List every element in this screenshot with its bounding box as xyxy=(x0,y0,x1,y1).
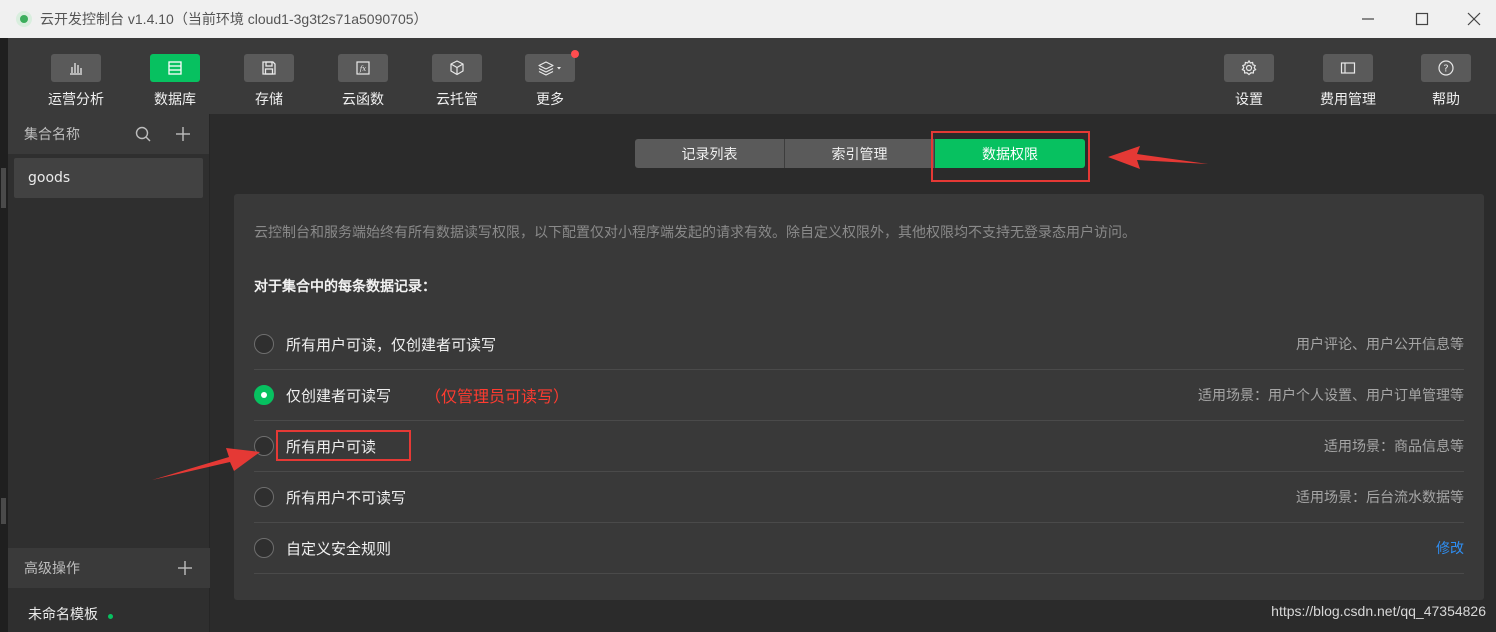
toolbar-label: 数据库 xyxy=(154,92,196,108)
minimize-button[interactable] xyxy=(1342,0,1394,38)
minimize-icon xyxy=(1362,18,1374,20)
hosting-button[interactable] xyxy=(432,54,482,82)
toolbar-label: 云函数 xyxy=(342,92,384,108)
edit-rule-link[interactable]: 修改 xyxy=(1436,538,1464,558)
storage-icon xyxy=(262,61,276,75)
option-scenario: 适用场景：后台流水数据等 xyxy=(1296,490,1464,506)
more-button[interactable] xyxy=(525,50,579,82)
collection-item-goods[interactable]: goods xyxy=(14,158,203,198)
status-dot xyxy=(108,613,113,619)
collections-header: 集合名称 xyxy=(8,114,209,154)
toolbar-hosting[interactable]: 云托管 xyxy=(412,54,502,109)
option-scenario: 适用场景：商品信息等 xyxy=(1324,439,1464,455)
radio-button-checked[interactable] xyxy=(254,385,274,405)
app-logo-icon xyxy=(16,11,32,27)
toolbar-settings[interactable]: 设置 xyxy=(1204,54,1294,109)
box-icon xyxy=(450,60,464,76)
svg-text:?: ? xyxy=(1443,64,1448,75)
storage-button[interactable] xyxy=(244,54,294,82)
permission-panel: 云控制台和服务端始终有所有数据读写权限，以下配置仅对小程序端发起的请求有效。除自… xyxy=(234,194,1484,600)
advanced-title: 高级操作 xyxy=(24,561,80,577)
help-button[interactable]: ? xyxy=(1421,54,1471,82)
maximize-button[interactable] xyxy=(1396,0,1448,38)
gear-icon xyxy=(1241,59,1257,76)
toolbar-help[interactable]: ? 帮助 xyxy=(1401,54,1491,109)
permission-option[interactable]: 所有用户可读，仅创建者可读写 用户评论、用户公开信息等 xyxy=(254,319,1464,370)
help-icon: ? xyxy=(1438,60,1454,76)
permission-option[interactable]: 所有用户不可读写 适用场景：后台流水数据等 xyxy=(254,472,1464,523)
permission-option[interactable]: 所有用户可读 适用场景：商品信息等 xyxy=(254,421,1464,472)
billing-icon xyxy=(1340,62,1356,74)
bar-chart-icon xyxy=(70,63,82,75)
main-content: 记录列表 索引管理 数据权限 云控制台和服务端始终有所有数据读写权限，以下配置仅… xyxy=(211,114,1496,632)
toolbar-analytics[interactable]: 运营分析 xyxy=(31,54,121,109)
advanced-header: 高级操作 xyxy=(8,548,210,588)
search-icon[interactable] xyxy=(134,125,152,143)
toolbar-label: 运营分析 xyxy=(48,92,104,108)
template-item[interactable]: 未命名模板 xyxy=(28,604,113,624)
database-icon xyxy=(168,61,182,75)
toolbar-storage[interactable]: 存储 xyxy=(224,54,314,109)
tab-record-list[interactable]: 记录列表 xyxy=(635,139,785,168)
option-scenario: 用户评论、用户公开信息等 xyxy=(1296,337,1464,353)
permission-option[interactable]: 仅创建者可读写 （仅管理员可读写） 适用场景：用户个人设置、用户订单管理等 xyxy=(254,370,1464,421)
toolbar-more[interactable]: 更多 xyxy=(505,50,595,109)
annotation-box xyxy=(276,430,411,461)
toolbar-label: 更多 xyxy=(536,92,564,108)
strip-mark xyxy=(1,168,6,208)
close-icon xyxy=(1467,12,1481,26)
window-title: 云开发控制台 v1.4.10（当前环境 cloud1-3g3t2s71a5090… xyxy=(40,11,428,27)
notification-badge xyxy=(571,50,579,58)
option-label: 所有用户不可读写 xyxy=(286,488,407,507)
strip-mark xyxy=(1,498,6,524)
collections-title: 集合名称 xyxy=(24,127,80,143)
tab-index-management[interactable]: 索引管理 xyxy=(785,139,935,168)
maximize-icon xyxy=(1415,12,1429,26)
toolbar-label: 设置 xyxy=(1235,92,1263,108)
toolbar-label: 费用管理 xyxy=(1320,92,1376,108)
title-bar: 云开发控制台 v1.4.10（当前环境 cloud1-3g3t2s71a5090… xyxy=(0,0,1496,38)
permission-heading: 对于集合中的每条数据记录： xyxy=(254,279,436,295)
toolbar-label: 存储 xyxy=(255,92,283,108)
permission-option[interactable]: 自定义安全规则 修改 xyxy=(254,523,1464,574)
option-scenario: 适用场景：用户个人设置、用户订单管理等 xyxy=(1198,388,1464,404)
layers-dropdown-icon xyxy=(538,61,561,76)
option-label: 所有用户可读，仅创建者可读写 xyxy=(286,335,497,354)
annotation-box xyxy=(931,131,1090,182)
settings-button[interactable] xyxy=(1224,54,1274,82)
database-button[interactable] xyxy=(150,54,200,82)
collections-sidebar: 集合名称 goods 高级操作 未命名模板 xyxy=(8,114,210,632)
radio-button[interactable] xyxy=(254,538,274,558)
left-edge-strip xyxy=(0,38,8,632)
option-label: 自定义安全规则 xyxy=(286,539,392,558)
function-icon: fx xyxy=(356,61,370,75)
annotation-note: （仅管理员可读写） xyxy=(425,387,570,406)
radio-button[interactable] xyxy=(254,334,274,354)
top-toolbar: 运营分析 数据库 存储 fx 云函数 云托管 更多 设置 费用管理 ? 帮助 xyxy=(8,38,1496,114)
close-button[interactable] xyxy=(1448,0,1496,38)
functions-button[interactable]: fx xyxy=(338,54,388,82)
billing-button[interactable] xyxy=(1323,54,1373,82)
permission-notice: 云控制台和服务端始终有所有数据读写权限，以下配置仅对小程序端发起的请求有效。除自… xyxy=(254,225,1136,241)
option-label: 仅创建者可读写 xyxy=(286,386,392,405)
add-collection-icon[interactable] xyxy=(174,125,192,143)
toolbar-label: 帮助 xyxy=(1432,92,1460,108)
add-advanced-icon[interactable] xyxy=(176,559,194,577)
toolbar-billing[interactable]: 费用管理 xyxy=(1303,54,1393,109)
toolbar-functions[interactable]: fx 云函数 xyxy=(318,54,408,109)
radio-button[interactable] xyxy=(254,487,274,507)
toolbar-database[interactable]: 数据库 xyxy=(130,54,220,109)
watermark: https://blog.csdn.net/qq_47354826 xyxy=(1271,603,1486,619)
radio-button[interactable] xyxy=(254,436,274,456)
svg-text:fx: fx xyxy=(359,65,367,73)
template-name: 未命名模板 xyxy=(28,607,98,623)
analytics-button[interactable] xyxy=(51,54,101,82)
toolbar-label: 云托管 xyxy=(436,92,478,108)
